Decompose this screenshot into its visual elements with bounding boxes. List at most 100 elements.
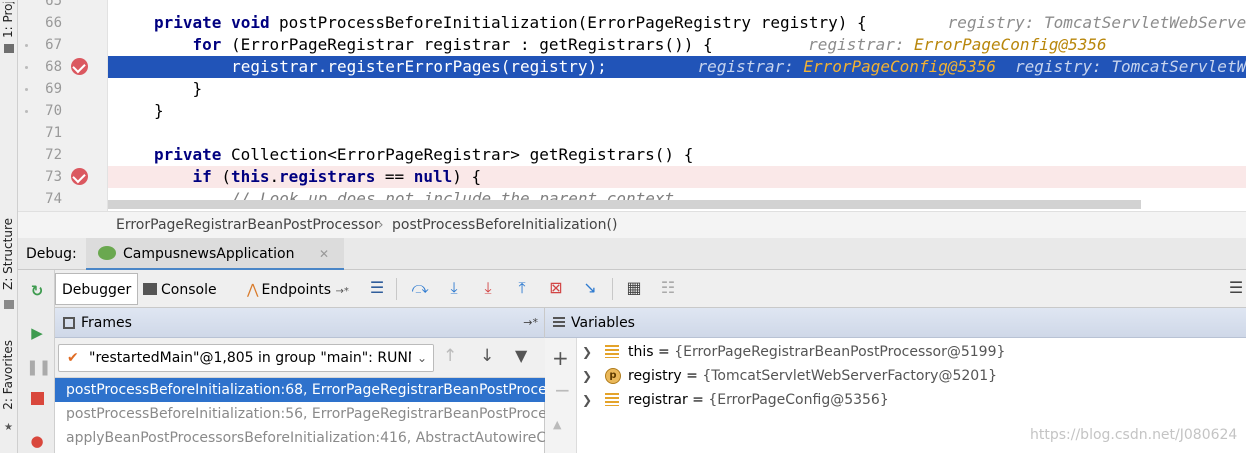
inline-debug-value: registrar: (678, 57, 804, 76)
show-execution-point-icon[interactable]: ☰ (365, 276, 389, 300)
left-tool-strip: 1: Project Z: Structure 2: Favorites ★ (0, 0, 18, 453)
code-editor[interactable]: private void postProcessBeforeInitializa… (108, 0, 1246, 211)
close-icon[interactable]: ✕ (319, 238, 329, 270)
add-watch-icon[interactable]: + (552, 346, 569, 370)
pause-icon[interactable]: ❚❚ (26, 356, 51, 378)
filter-icon[interactable]: ▼ (515, 346, 527, 365)
field-icon (605, 393, 619, 406)
code-token: postProcessBeforeInitialization(ErrorPag… (279, 13, 867, 32)
equals-sign: = (653, 344, 675, 360)
horizontal-scrollbar[interactable] (108, 200, 1141, 209)
favorites-tool-tab[interactable]: 2: Favorites (1, 340, 15, 410)
watermark: https://blog.csdn.net/J080624 (1030, 427, 1238, 443)
breadcrumb-method[interactable]: postProcessBeforeInitialization() (392, 212, 617, 239)
code-token: } (154, 79, 203, 98)
rerun-icon[interactable]: ↻ (26, 280, 48, 302)
frame-item[interactable]: applyBeanPostProcessorsBeforeInitializat… (55, 426, 545, 450)
fold-marker[interactable] (25, 110, 28, 113)
variable-value: {ErrorPageConfig@5356} (708, 392, 889, 408)
trace-icon[interactable]: ☷ (656, 276, 680, 300)
arrow-up-icon[interactable]: ↑ (443, 346, 457, 366)
console-icon (143, 283, 157, 295)
project-tool-tab[interactable]: 1: Project (1, 2, 15, 38)
keyword: private void (154, 13, 280, 32)
line-number: 71 (45, 125, 62, 141)
code-line[interactable]: } (108, 100, 1246, 122)
stop-icon[interactable] (26, 388, 48, 410)
drop-frame-icon[interactable]: ⊠ (544, 276, 568, 300)
parameter-icon: p (605, 368, 621, 384)
expand-chevron-icon[interactable]: ❯ (577, 340, 597, 364)
keyword: null (413, 167, 453, 186)
evaluate-expression-icon[interactable]: ▦ (622, 276, 646, 300)
folder-icon (4, 44, 14, 53)
step-into-icon[interactable]: ⤓ (442, 276, 466, 300)
breakpoint-icon[interactable] (71, 168, 88, 185)
inline-debug-value: registry: TomcatServletWebServerFactory@… (947, 13, 1246, 32)
variables-title: Variables (571, 315, 635, 331)
menu-icon[interactable]: ☰ (1224, 276, 1246, 300)
debug-actions-column: ↻ ▶ ❚❚ ● (18, 270, 55, 453)
code-line[interactable]: private void postProcessBeforeInitializa… (108, 12, 1246, 34)
line-number: 72 (45, 147, 62, 163)
move-up-icon[interactable]: ▲ (553, 418, 561, 431)
variable-name: this (628, 344, 654, 360)
view-breakpoints-icon[interactable]: ● (26, 430, 48, 452)
current-execution-line[interactable]: registrar.registerErrorPages(registry); … (108, 56, 1246, 78)
step-out-icon[interactable]: ⤒ (510, 276, 534, 300)
variable-name: registrar (628, 392, 688, 408)
force-step-into-icon[interactable]: ⤓ (476, 276, 500, 300)
debug-session-tab[interactable]: CampusnewsApplication ✕ (86, 238, 344, 270)
spring-boot-icon (98, 246, 116, 260)
remove-watch-icon[interactable]: − (554, 378, 571, 402)
code-token: Collection<ErrorPageRegistrar> getRegist… (230, 145, 694, 164)
pin-icon[interactable]: →* (523, 308, 538, 338)
debug-label: Debug: (26, 246, 77, 262)
code-line[interactable]: for (ErrorPageRegistrar registrar : getR… (108, 34, 1246, 56)
step-over-icon[interactable]: ⤼ (408, 276, 432, 300)
expand-chevron-icon[interactable]: ❯ (577, 364, 597, 388)
arrow-down-icon[interactable]: ↓ (480, 346, 494, 366)
structure-tool-tab[interactable]: Z: Structure (1, 218, 15, 290)
thread-name: "restartedMain"@1,805 in group "main": R… (89, 350, 434, 366)
code-token: ( (221, 167, 231, 186)
variables-header: Variables (545, 308, 1246, 338)
code-line[interactable]: private Collection<ErrorPageRegistrar> g… (108, 144, 1246, 166)
code-token: . (269, 167, 280, 186)
endpoints-icon: ⋀ (247, 282, 259, 298)
fold-marker[interactable] (25, 88, 28, 91)
tab-debugger-label: Debugger (62, 282, 132, 298)
keyword: private (154, 145, 232, 164)
frame-item[interactable]: postProcessBeforeInitialization:56, Erro… (55, 402, 545, 426)
chevron-down-icon[interactable]: ⌄ (411, 345, 433, 371)
fold-marker[interactable] (25, 44, 28, 47)
tab-console[interactable]: Console →* (136, 273, 240, 329)
inline-debug-value: registrar: (788, 35, 915, 54)
equals-sign: = (687, 392, 709, 408)
frames-header: Frames →* (55, 308, 544, 338)
code-line[interactable]: } (108, 78, 1246, 100)
fold-marker[interactable] (25, 66, 28, 69)
tab-console-label: Console (161, 282, 217, 298)
code-line[interactable]: if (this. registrars == null) { (108, 166, 1246, 188)
variables-toolbar: + − ▲ (545, 338, 577, 453)
tab-debugger[interactable]: Debugger (55, 273, 139, 305)
resume-icon[interactable]: ▶ (26, 322, 48, 344)
breakpoint-icon[interactable] (71, 58, 88, 75)
frame-item[interactable]: postProcessBeforeInitialization:68, Erro… (55, 378, 545, 402)
breadcrumb-class[interactable]: ErrorPageRegistrarBeanPostProcessor (116, 212, 380, 239)
code-line[interactable] (108, 122, 1246, 144)
run-to-cursor-icon[interactable]: ↘ (578, 276, 602, 300)
code-token: == (375, 167, 414, 186)
tab-endpoints[interactable]: ⋀ Endpoints →* (240, 273, 362, 305)
frames-icon (63, 317, 75, 329)
variable-value: {TomcatServletWebServerFactory@5201} (702, 368, 998, 384)
variables-icon (553, 317, 565, 329)
endpoints-pin-icon[interactable]: →* (336, 286, 349, 297)
code-line[interactable] (108, 0, 1246, 12)
thread-dropdown[interactable]: ✔ "restartedMain"@1,805 in group "main":… (58, 344, 434, 372)
equals-sign: = (681, 368, 703, 384)
toolbar-separator (396, 278, 397, 300)
code-token: ) { (452, 167, 482, 186)
expand-chevron-icon[interactable]: ❯ (577, 388, 597, 412)
